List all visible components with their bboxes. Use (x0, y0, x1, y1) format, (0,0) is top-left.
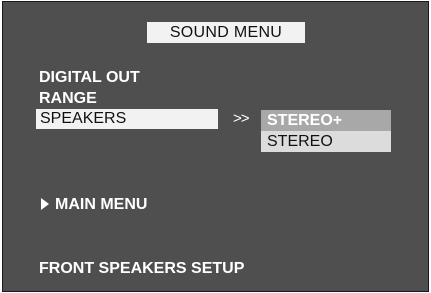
submenu-arrow-icon: >> (233, 110, 250, 127)
menu-item-range[interactable]: RANGE (39, 90, 97, 108)
main-menu-link[interactable]: MAIN MENU (41, 196, 147, 214)
speaker-option-stereo[interactable]: STEREO (261, 131, 391, 152)
menu-title: SOUND MENU (147, 22, 305, 43)
play-triangle-icon (41, 198, 49, 210)
speaker-option-stereo-plus[interactable]: STEREO+ (261, 110, 391, 131)
sound-menu-screen: SOUND MENU DIGITAL OUT RANGE SPEAKERS >>… (2, 1, 429, 292)
main-menu-label: MAIN MENU (55, 196, 148, 213)
menu-item-digital-out[interactable]: DIGITAL OUT (39, 69, 140, 87)
help-text: FRONT SPEAKERS SETUP (39, 260, 245, 277)
menu-item-speakers[interactable]: SPEAKERS (40, 110, 126, 128)
